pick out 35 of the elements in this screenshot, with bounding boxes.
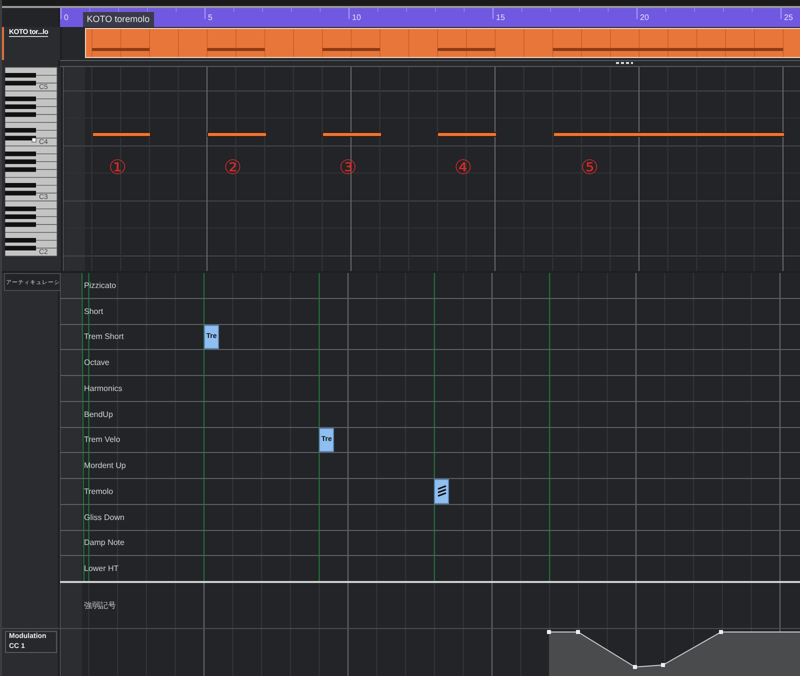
bar-number: 5	[208, 13, 212, 22]
midi-note[interactable]	[437, 132, 497, 137]
bar-number: 20	[640, 13, 649, 22]
midi-note[interactable]	[92, 132, 152, 137]
tremolo-icon	[436, 485, 447, 498]
midi-note[interactable]	[207, 132, 267, 137]
articulation-name: Gliss Down	[84, 512, 124, 522]
note-number-label: ③	[339, 155, 357, 179]
midi-note[interactable]	[322, 132, 382, 137]
midi-part[interactable]	[84, 28, 800, 58]
note-number-label: ④	[454, 155, 472, 179]
bar-number: 15	[496, 13, 505, 22]
articulation-name: BendUp	[84, 410, 113, 419]
dynamics-lane-name: 強弱記号	[84, 600, 116, 611]
note-number-label: ⑤	[580, 155, 599, 179]
articulation-name: Lower HT	[84, 564, 119, 574]
articulation-name: Trem Short	[84, 332, 124, 342]
articulation-name: Trem Velo	[84, 435, 120, 444]
articulation-name: Pizzicato	[84, 280, 116, 290]
articulation-name: Mordent Up	[84, 461, 126, 470]
resize-handle-icon[interactable]	[616, 62, 633, 64]
note-number-label: ①	[108, 155, 127, 179]
bar-number: 25	[784, 13, 793, 22]
modulation-curve-drawing[interactable]	[547, 630, 800, 676]
articulation-name: Tremolo	[84, 486, 114, 496]
part-name-tag: KOTO toremolo	[82, 12, 154, 27]
articulation-name: Octave	[84, 358, 110, 368]
note-number-label: ②	[224, 155, 242, 179]
articulation-name: Short	[84, 306, 104, 316]
articulation-name: Harmonics	[84, 384, 122, 393]
articulation-event[interactable]	[434, 479, 450, 504]
articulation-name: Damp Note	[84, 538, 124, 548]
bar-number: 0	[64, 13, 68, 22]
bar-number: 10	[352, 13, 361, 22]
midi-note[interactable]	[552, 132, 785, 137]
